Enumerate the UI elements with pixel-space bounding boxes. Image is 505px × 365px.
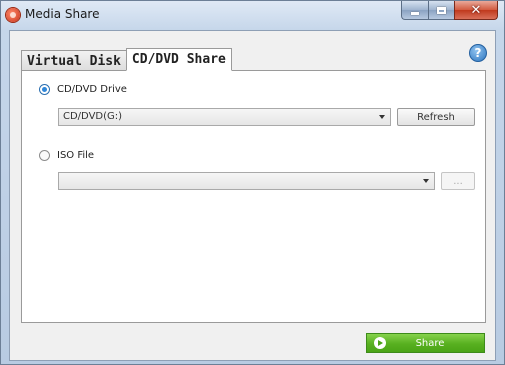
tab-strip: Virtual Disk CD/DVD Share [21,48,232,71]
tab-cd-dvd-share[interactable]: CD/DVD Share [125,48,232,71]
maximize-button[interactable] [428,1,454,20]
play-icon [374,337,386,349]
refresh-button[interactable]: Refresh [397,108,475,126]
caption-buttons: ✕ [401,1,498,21]
close-icon: ✕ [470,2,482,18]
close-button[interactable]: ✕ [454,1,498,20]
cd-dvd-drive-radio[interactable] [39,84,50,95]
title-bar[interactable]: Media Share ✕ [1,1,504,29]
drive-select[interactable]: CD/DVD(G:) [58,108,391,126]
client-area: Virtual Disk CD/DVD Share ? CD/DVD Drive… [9,30,496,361]
window-title: Media Share [25,7,100,21]
chevron-down-icon [423,179,429,183]
maximize-icon [437,6,446,14]
tab-virtual-disk[interactable]: Virtual Disk [21,50,127,71]
media-share-window: Media Share ✕ Virtual Disk CD/DVD Share … [0,0,505,365]
iso-file-radio[interactable] [39,150,50,161]
share-button-label: Share [415,337,445,349]
chevron-down-icon [379,115,385,119]
iso-file-option[interactable]: ISO File [39,150,94,161]
help-icon[interactable]: ? [469,44,487,62]
cd-dvd-drive-option[interactable]: CD/DVD Drive [39,84,127,95]
cd-dvd-drive-label: CD/DVD Drive [57,84,127,95]
browse-button[interactable]: ... [441,172,475,190]
app-icon [6,8,20,22]
minimize-button[interactable] [401,1,428,20]
iso-file-label: ISO File [57,150,95,161]
drive-select-value: CD/DVD(G:) [63,111,123,122]
cd-dvd-share-panel: CD/DVD Drive CD/DVD(G:) Refresh ISO File… [21,70,486,323]
iso-file-select[interactable] [58,172,435,190]
share-button[interactable]: Share [366,333,485,353]
minimize-icon [411,11,419,15]
